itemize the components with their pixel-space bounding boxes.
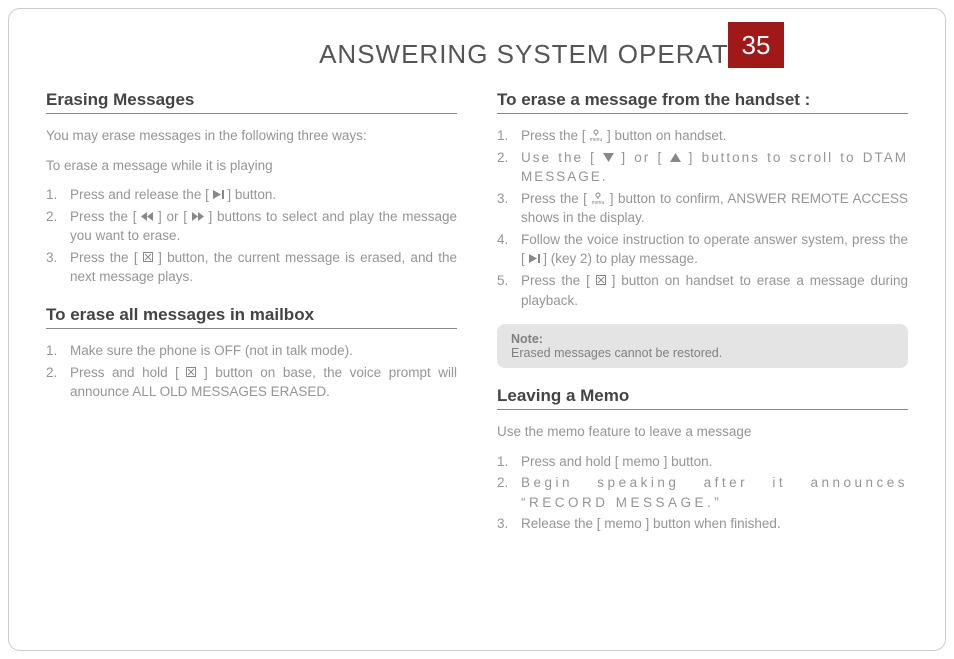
- intro-text: You may erase messages in the following …: [46, 126, 457, 146]
- svg-text:menu: menu: [590, 137, 603, 141]
- list-item: Press the [ menu ] button on handset.: [497, 126, 908, 146]
- header-right: 35: [0, 30, 954, 70]
- left-column: Erasing Messages You may erase messages …: [46, 90, 457, 639]
- intro-text: To erase a message while it is playing: [46, 156, 457, 176]
- steps-list: Make sure the phone is OFF (not in talk …: [46, 341, 457, 402]
- list-item: Press and release the [ ] button.: [46, 185, 457, 205]
- intro-text: Use the memo feature to leave a message: [497, 422, 908, 442]
- heading-erase-handset: To erase a message from the handset :: [497, 90, 908, 114]
- list-item: Press and hold [ ] button on base, the v…: [46, 363, 457, 402]
- step-text: Press the [: [521, 128, 589, 143]
- down-arrow-icon: [603, 153, 614, 162]
- page-number: 35: [728, 22, 784, 68]
- menu-icon: menu: [591, 192, 605, 204]
- right-column: To erase a message from the handset : Pr…: [497, 90, 908, 639]
- menu-icon: menu: [589, 129, 603, 141]
- content-area: Erasing Messages You may erase messages …: [46, 90, 908, 639]
- svg-text:menu: menu: [592, 200, 605, 204]
- list-item: Follow the voice instruction to operate …: [497, 230, 908, 269]
- delete-icon: [143, 252, 153, 262]
- list-item: Press the [ menu ] button to confirm, AN…: [497, 189, 908, 228]
- list-item: Release the [ memo ] button when finishe…: [497, 514, 908, 534]
- step-text: Begin speaking after it announces “RECOR…: [521, 475, 908, 510]
- step-text: Use the [: [521, 150, 603, 165]
- rewind-icon: [141, 212, 153, 221]
- note-label: Note:: [511, 332, 894, 346]
- list-item: Press the [ ] button, the current messag…: [46, 248, 457, 287]
- heading-leaving-memo: Leaving a Memo: [497, 386, 908, 410]
- step-text: Press and release the [: [70, 187, 213, 202]
- play-icon: [213, 190, 224, 199]
- list-item: Begin speaking after it announces “RECOR…: [497, 473, 908, 512]
- step-text: Press the [: [70, 209, 141, 224]
- list-item: Press the [ ] button on handset to erase…: [497, 271, 908, 310]
- step-text: Press the [: [70, 250, 143, 265]
- step-text: Press and hold [: [70, 365, 186, 380]
- steps-list: Press the [ menu ] button on handset. Us…: [497, 126, 908, 310]
- list-item: Press the [ ] or [ ] buttons to select a…: [46, 207, 457, 246]
- delete-icon: [596, 275, 606, 285]
- step-text: ] (key 2) to play message.: [540, 251, 698, 266]
- forward-icon: [192, 212, 204, 221]
- heading-erase-all: To erase all messages in mailbox: [46, 305, 457, 329]
- up-arrow-icon: [670, 153, 681, 162]
- heading-erasing-messages: Erasing Messages: [46, 90, 457, 114]
- list-item: Press and hold [ memo ] button.: [497, 452, 908, 472]
- step-text: ] button on handset.: [603, 128, 726, 143]
- steps-list: Press and hold [ memo ] button. Begin sp…: [497, 452, 908, 534]
- step-text: ] or [: [614, 150, 670, 165]
- delete-icon: [186, 367, 196, 377]
- steps-list: Press and release the [ ] button. Press …: [46, 185, 457, 287]
- step-text: ] or [: [153, 209, 191, 224]
- list-item: Make sure the phone is OFF (not in talk …: [46, 341, 457, 361]
- note-text: Erased messages cannot be restored.: [511, 346, 894, 360]
- step-text: Press the [: [521, 191, 591, 206]
- list-item: Use the [ ] or [ ] buttons to scroll to …: [497, 148, 908, 187]
- step-text: Press the [: [521, 273, 596, 288]
- play-icon: [529, 254, 540, 263]
- note-box: Note: Erased messages cannot be restored…: [497, 324, 908, 368]
- step-text: ] button.: [224, 187, 277, 202]
